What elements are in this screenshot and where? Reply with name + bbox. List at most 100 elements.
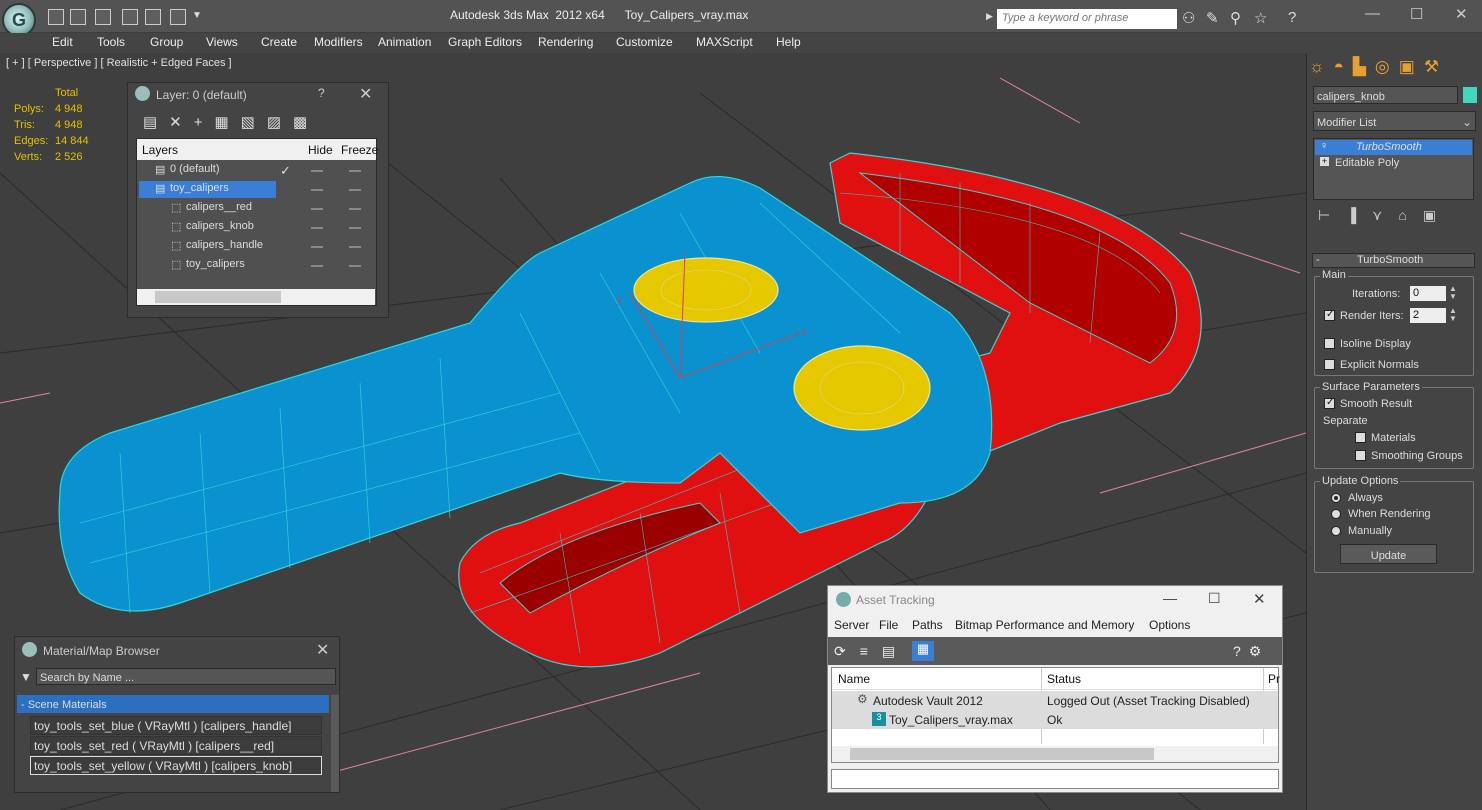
layer-row-name[interactable]: toy_calipers <box>170 182 229 194</box>
col-freeze[interactable]: Freeze <box>341 143 378 157</box>
freeze-toggle[interactable] <box>349 189 361 191</box>
smooth-result-checkbox[interactable] <box>1324 397 1335 409</box>
object-name-field[interactable]: calipers_knob <box>1313 86 1458 104</box>
manually-radio[interactable] <box>1331 526 1341 536</box>
asset-menu-bitmap-performance-and-memory[interactable]: Bitmap Performance and Memory <box>955 618 1134 632</box>
menu-animation[interactable]: Animation <box>378 35 431 49</box>
layer-help-button[interactable]: ? <box>318 86 325 100</box>
close-icon[interactable]: ✕ <box>1455 5 1468 23</box>
render-iters-arrows-icon[interactable]: ▲ ▼ <box>1449 307 1457 323</box>
asset-close-icon[interactable]: ✕ <box>1253 590 1266 608</box>
open-file-icon[interactable] <box>70 9 86 25</box>
menu-edit[interactable]: Edit <box>52 35 73 49</box>
always-radio[interactable] <box>1331 493 1341 503</box>
menu-modifiers[interactable]: Modifiers <box>314 35 363 49</box>
layer-row-name[interactable]: calipers__red <box>186 201 252 213</box>
asset-status-field[interactable] <box>831 769 1279 789</box>
layer-row-name[interactable]: toy_calipers <box>186 258 245 270</box>
expand-plus-icon[interactable]: + <box>1320 157 1329 166</box>
new-file-icon[interactable] <box>48 9 64 25</box>
isoline-checkbox[interactable] <box>1324 338 1335 349</box>
menu-graph-editors[interactable]: Graph Editors <box>448 35 522 49</box>
stack-editable-poly[interactable]: Editable Poly <box>1335 157 1399 169</box>
stack-turbosmooth[interactable]: TurboSmooth <box>1356 141 1422 153</box>
freeze-toggle[interactable] <box>349 246 361 248</box>
freeze-toggle[interactable] <box>349 170 361 172</box>
menu-rendering[interactable]: Rendering <box>538 35 593 49</box>
lightbulb-icon[interactable]: ♀ <box>1320 140 1328 152</box>
tools-icon[interactable]: ✎ <box>1206 9 1219 27</box>
object-color-swatch[interactable] <box>1463 87 1477 103</box>
hide-toggle[interactable] <box>311 170 323 172</box>
asset-menu-server[interactable]: Server <box>834 618 869 632</box>
asset-col-name[interactable]: Name <box>838 672 870 686</box>
hold-icon[interactable] <box>122 9 138 25</box>
update-button[interactable]: Update <box>1340 544 1437 564</box>
hide-toggle[interactable] <box>311 265 323 267</box>
modifier-list-dropdown[interactable]: Modifier List ⌄ <box>1313 111 1476 131</box>
material-item[interactable]: toy_tools_set_yellow ( VRayMtl ) [calipe… <box>30 756 322 775</box>
mat-options-icon[interactable]: ▼ <box>20 670 32 684</box>
hide-toggle[interactable] <box>311 246 323 248</box>
when-rendering-radio[interactable] <box>1331 509 1341 519</box>
grid-view-icon[interactable]: ▦ <box>912 641 934 661</box>
maximize-icon[interactable]: ☐ <box>1410 5 1423 23</box>
menu-help[interactable]: Help <box>776 35 801 49</box>
asset-menu-options[interactable]: Options <box>1149 618 1190 632</box>
command-tabs-icons[interactable]: ☼◓▙◎▣⚒ <box>1309 57 1448 77</box>
asset-menu-file[interactable]: File <box>879 618 898 632</box>
menu-maxscript[interactable]: MAXScript <box>696 35 753 49</box>
minimize-icon[interactable]: — <box>1365 5 1380 22</box>
save-icon[interactable] <box>95 9 111 25</box>
layer-row-name[interactable]: calipers_handle <box>186 239 263 251</box>
menu-customize[interactable]: Customize <box>616 35 673 49</box>
asset-help-icons[interactable]: ?⚙ <box>1233 643 1269 660</box>
mat-scrollbar[interactable] <box>331 695 339 792</box>
layer-close-icon[interactable]: ✕ <box>359 84 372 104</box>
undo-icon[interactable] <box>145 9 161 25</box>
render-iters-spinner[interactable]: 2 <box>1410 308 1446 323</box>
material-item[interactable]: toy_tools_set_blue ( VRayMtl ) [calipers… <box>30 716 322 735</box>
iterations-spinner[interactable]: 0 <box>1410 286 1446 301</box>
asset-col-status[interactable]: Status <box>1047 672 1081 686</box>
mat-search-input[interactable]: Search by Name ... <box>36 668 336 685</box>
hide-toggle[interactable] <box>311 189 323 191</box>
rollout-minus-icon[interactable]: - <box>1316 254 1320 266</box>
iterations-arrows-icon[interactable]: ▲ ▼ <box>1449 285 1457 301</box>
search-input[interactable]: Type a keyword or phrase <box>997 9 1177 29</box>
asset-col-pr[interactable]: Pr <box>1268 672 1280 686</box>
freeze-toggle[interactable] <box>349 208 361 210</box>
expand-arrow-icon[interactable]: ▶ <box>986 11 993 22</box>
asset-toolbar-icons[interactable]: ⟳≡▤ <box>834 643 909 660</box>
layer-toolbar-icons[interactable]: ▤✕+▦▧▨▩ <box>143 113 319 131</box>
hide-toggle[interactable] <box>311 208 323 210</box>
col-hide[interactable]: Hide <box>308 143 333 157</box>
materials-checkbox[interactable] <box>1355 432 1366 443</box>
star-icon[interactable]: ☆ <box>1254 9 1267 27</box>
binoculars-icon[interactable]: ⚇ <box>1182 9 1195 27</box>
asset-menu-paths[interactable]: Paths <box>912 618 943 632</box>
asset-maximize-icon[interactable]: ☐ <box>1208 590 1221 607</box>
col-layers[interactable]: Layers <box>142 143 178 157</box>
asset-minimize-icon[interactable]: — <box>1163 590 1177 606</box>
qa-dropdown-icon[interactable]: ▼ <box>192 10 202 21</box>
viewport-label[interactable]: [ + ] [ Perspective ] [ Realistic + Edge… <box>6 57 232 69</box>
layer-scroll-thumb[interactable] <box>155 291 281 303</box>
freeze-toggle[interactable] <box>349 227 361 229</box>
layer-row-name[interactable]: 0 (default) <box>170 163 220 175</box>
hide-toggle[interactable] <box>311 227 323 229</box>
material-item[interactable]: toy_tools_set_red ( VRayMtl ) [calipers_… <box>30 736 322 755</box>
menu-group[interactable]: Group <box>150 35 183 49</box>
scene-materials-group[interactable]: - Scene Materials <box>17 695 329 713</box>
menu-create[interactable]: Create <box>261 35 297 49</box>
freeze-toggle[interactable] <box>349 265 361 267</box>
stack-tools-icons[interactable]: ⊢▐⋎⌂▣ <box>1318 207 1452 224</box>
explicit-normals-checkbox[interactable] <box>1324 359 1335 370</box>
render-iters-checkbox[interactable] <box>1324 309 1335 321</box>
app-logo-button[interactable]: G <box>2 3 36 37</box>
menu-tools[interactable]: Tools <box>97 35 125 49</box>
active-layer-check-icon[interactable]: ✓ <box>280 163 291 179</box>
mat-close-icon[interactable]: ✕ <box>316 640 329 660</box>
redo-icon[interactable] <box>170 9 186 25</box>
help-icon[interactable]: ? <box>1288 9 1296 26</box>
